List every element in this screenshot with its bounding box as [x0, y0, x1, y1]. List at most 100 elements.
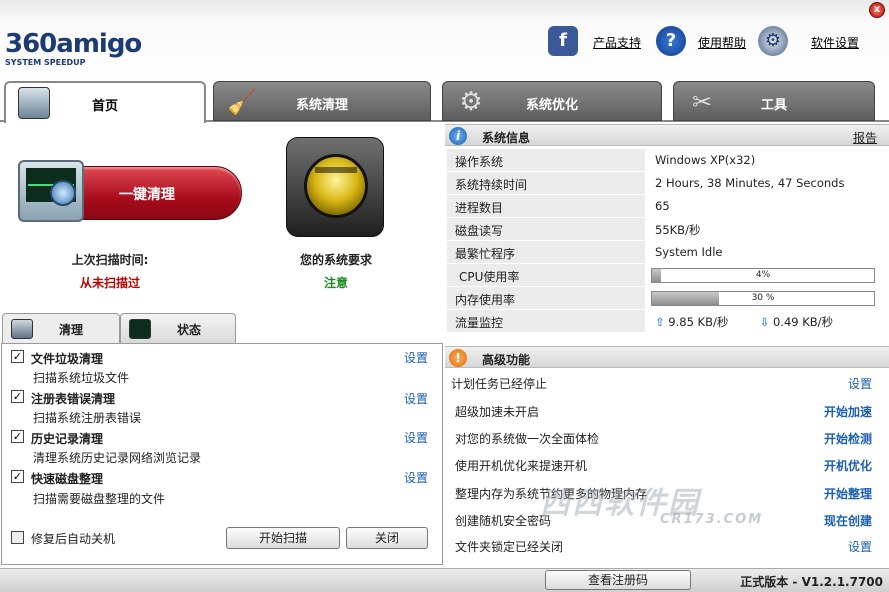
checkbox-defrag[interactable]: ✓: [11, 470, 24, 483]
checkbox-registry[interactable]: ✓: [11, 390, 24, 403]
folder-lock-settings-link[interactable]: 设置: [848, 538, 872, 555]
cpu-usage-cell: 4%: [647, 264, 878, 286]
info-value: 55KB/秒: [647, 218, 878, 240]
boot-optimize-link[interactable]: 开机优化: [824, 457, 872, 474]
advanced-title: 高级功能: [482, 353, 531, 367]
advanced-row-checkup: 对您的系统做一次全面体检 开始检测: [447, 424, 878, 450]
traffic-cell: ⇧ 9.85 KB/秒 ⇩ 0.49 KB/秒: [647, 310, 878, 332]
info-key: 进程数目: [447, 195, 645, 217]
tab-system-clean[interactable]: 🧹 系统清理: [213, 81, 431, 121]
facebook-icon[interactable]: f: [548, 26, 578, 56]
info-row-os: 操作系统 Windows XP(x32): [447, 149, 878, 172]
advanced-row-text: 对您的系统做一次全面体检: [455, 432, 600, 446]
checkbox-history[interactable]: ✓: [11, 430, 24, 443]
footer: 查看注册码 正式版本 - V1.2.1.7700: [0, 568, 889, 592]
start-turbo-link[interactable]: 开始加速: [824, 403, 872, 420]
file-junk-settings-link[interactable]: 设置: [404, 349, 428, 366]
start-checkup-link[interactable]: 开始检测: [824, 430, 872, 447]
tab-tools[interactable]: ✂ 工具: [673, 81, 875, 121]
product-support-link[interactable]: 产品支持: [593, 34, 641, 51]
info-key: 操作系统: [447, 149, 645, 171]
pulse-monitor-icon: [129, 319, 151, 339]
system-requirement-label: 您的系统要求: [299, 253, 372, 267]
advanced-row-turbo: 超级加速未开启 开始加速: [447, 397, 878, 423]
settings-gear-icon[interactable]: ⚙: [758, 26, 788, 56]
advanced-row-text: 文件夹锁定已经关闭: [455, 540, 564, 554]
item-file-junk-title: 文件垃圾清理: [31, 352, 104, 366]
advanced-row-boot: 使用开机优化来提速开机 开机优化: [447, 451, 878, 477]
info-row-uptime: 系统持续时间 2 Hours, 38 Minutes, 47 Seconds: [447, 172, 878, 195]
tab-tools-label: 工具: [760, 98, 787, 113]
memory-usage-cell: 30 %: [647, 287, 878, 309]
checkbox-auto-shutdown[interactable]: [11, 531, 24, 544]
advanced-row-scheduler: 计划任务已经停止 设置: [447, 369, 878, 395]
create-password-link[interactable]: 现在创建: [824, 512, 872, 529]
advanced-row-folder-lock: 文件夹锁定已经关闭 设置: [447, 532, 878, 558]
subtab-status-label: 状态: [177, 323, 202, 337]
system-status-light: [286, 137, 384, 237]
info-key: 磁盘读写: [447, 218, 645, 240]
close-button[interactable]: 关闭: [346, 527, 428, 549]
tab-system-optimize[interactable]: ⚙ 系统优化: [442, 81, 662, 121]
info-row-processes: 进程数目 65: [447, 195, 878, 218]
info-value: 2 Hours, 38 Minutes, 47 Seconds: [647, 172, 878, 194]
close-window-button[interactable]: x: [869, 2, 885, 18]
tab-system-optimize-label: 系统优化: [525, 98, 578, 113]
info-row-memory: 内存使用率 30 %: [447, 287, 878, 310]
tab-system-clean-label: 系统清理: [295, 98, 348, 113]
last-scan-label: 上次扫描时间:: [71, 253, 149, 267]
subtab-clean[interactable]: 清理: [2, 313, 120, 344]
upload-rate: 9.85 KB/秒: [668, 315, 729, 329]
tab-home-label: 首页: [91, 99, 118, 114]
info-row-disk-io: 磁盘读写 55KB/秒: [447, 218, 878, 241]
main-tab-bar: 首页 🧹 系统清理 ⚙ 系统优化 ✂ 工具: [0, 78, 889, 123]
view-registration-button[interactable]: 查看注册码: [545, 570, 691, 590]
item-defrag-desc: 扫描需要磁盘整理的文件: [33, 492, 166, 506]
info-key: 流量监控: [447, 310, 645, 332]
info-key: 内存使用率: [447, 287, 645, 309]
one-click-clean-button[interactable]: 一键清理: [18, 160, 242, 226]
system-info-title: 系统信息: [482, 131, 531, 145]
item-registry-title: 注册表错误清理: [31, 392, 116, 406]
registry-settings-link[interactable]: 设置: [404, 390, 428, 407]
defrag-settings-link[interactable]: 设置: [404, 469, 428, 486]
advanced-row-text: 创建随机安全密码: [455, 514, 552, 528]
system-requirement-value: 注意: [323, 276, 348, 290]
cpu-usage-text: 4%: [755, 270, 771, 280]
tab-home[interactable]: 首页: [4, 81, 206, 123]
history-settings-link[interactable]: 设置: [404, 429, 428, 446]
monitor-scan-icon: [18, 160, 84, 222]
item-file-junk-desc: 扫描系统垃圾文件: [33, 371, 130, 385]
start-scan-button[interactable]: 开始扫描: [226, 527, 340, 549]
scheduler-settings-link[interactable]: 设置: [848, 375, 872, 392]
download-arrow-icon: ⇩: [759, 315, 770, 329]
logo-subtext: SYSTEM SPEEDUP: [5, 58, 86, 67]
info-value: Windows XP(x32): [647, 149, 878, 171]
monitor-small-icon: [11, 319, 33, 339]
memory-usage-text: 30 %: [751, 293, 775, 303]
info-key: 最繁忙程序: [447, 241, 645, 263]
info-value: 65: [647, 195, 878, 217]
one-click-label: 一键清理: [119, 187, 175, 203]
subtab-clean-label: 清理: [59, 323, 84, 337]
advanced-row-text: 超级加速未开启: [455, 405, 540, 419]
software-settings-link[interactable]: 软件设置: [811, 34, 859, 51]
help-link[interactable]: 使用帮助: [698, 34, 746, 51]
start-memory-clean-link[interactable]: 开始整理: [824, 485, 872, 502]
info-icon: i: [449, 127, 467, 145]
help-icon[interactable]: ?: [656, 26, 686, 56]
advanced-row-text: 计划任务已经停止: [451, 377, 548, 391]
advanced-header: ! 高级功能: [445, 346, 889, 368]
auto-shutdown-label: 修复后自动关机: [31, 532, 116, 546]
info-row-traffic: 流量监控 ⇧ 9.85 KB/秒 ⇩ 0.49 KB/秒: [447, 310, 878, 333]
info-value: System Idle: [647, 241, 878, 263]
download-rate: 0.49 KB/秒: [772, 315, 834, 329]
one-click-bar[interactable]: 一键清理: [58, 166, 242, 220]
checkbox-file-junk[interactable]: ✓: [11, 350, 24, 363]
item-history-desc: 清理系统历史记录网络浏览记录: [33, 451, 202, 465]
system-info-header: i 系统信息 报告: [445, 124, 889, 146]
warning-icon: !: [449, 349, 467, 367]
report-link[interactable]: 报告: [853, 129, 877, 146]
subtab-status[interactable]: 状态: [120, 313, 236, 343]
info-row-cpu: CPU使用率 4%: [447, 264, 878, 287]
